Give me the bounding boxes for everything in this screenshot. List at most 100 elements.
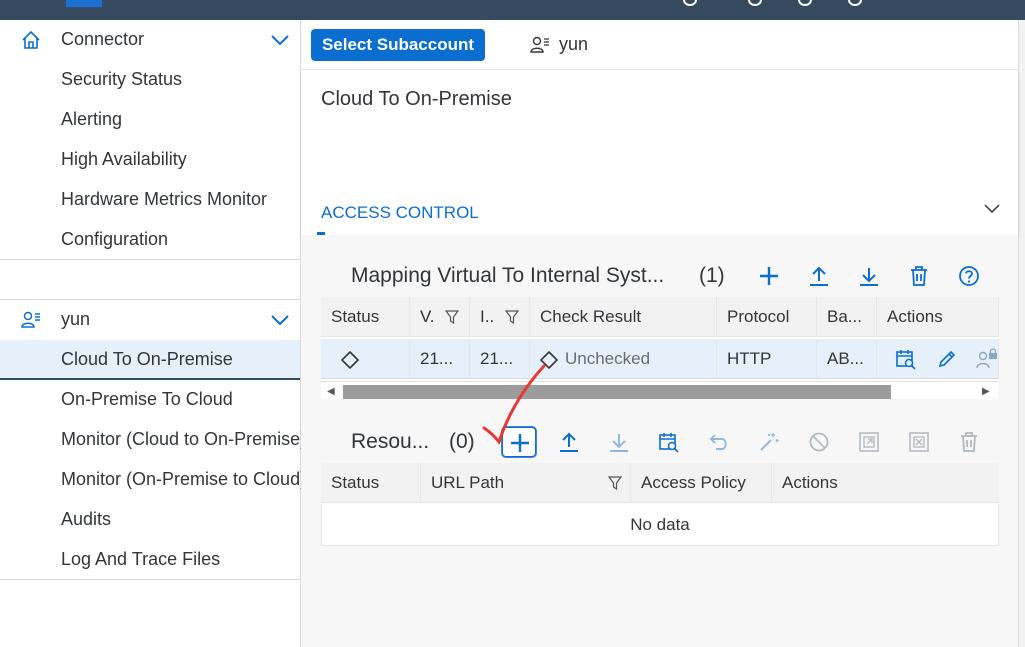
- column-header[interactable]: Actions: [772, 463, 999, 503]
- backend-cell[interactable]: AB...: [817, 339, 877, 379]
- user-menu-icon[interactable]: [848, 0, 862, 6]
- sidebar-item-label: Audits: [61, 509, 112, 529]
- sidebar-item-label: Security Status: [61, 69, 183, 89]
- select-subaccount-button[interactable]: Select Subaccount: [311, 29, 485, 61]
- sidebar-item-label: Alerting: [61, 109, 123, 129]
- status-cell[interactable]: [321, 339, 410, 379]
- upload-resource-button[interactable]: [552, 427, 586, 457]
- column-header[interactable]: Status: [321, 463, 421, 503]
- download-icon: [610, 434, 628, 452]
- settings-icon[interactable]: [798, 0, 812, 6]
- backend-value: AB...: [827, 349, 864, 368]
- column-header[interactable]: Protocol: [717, 297, 817, 337]
- tab-access-control[interactable]: ACCESS CONTROL: [321, 203, 479, 223]
- column-header[interactable]: Access Policy: [631, 463, 772, 503]
- help-icon[interactable]: [748, 0, 762, 6]
- sidebar-item-label: Log And Trace Files: [61, 549, 221, 569]
- sidebar-item-security-status[interactable]: Security Status: [0, 60, 300, 100]
- sidebar-divider: [0, 579, 300, 580]
- magic-wand-button[interactable]: [752, 427, 786, 457]
- user-list-icon: [530, 36, 549, 53]
- help-icon: [959, 266, 979, 286]
- check-resources-button[interactable]: [652, 427, 686, 457]
- undo-icon: [709, 434, 727, 450]
- sidebar-item-monitor-on-premise-to-cloud[interactable]: Monitor (On-Premise to Cloud): [0, 460, 306, 500]
- trash-icon: [911, 266, 927, 286]
- search-icon[interactable]: [683, 0, 697, 6]
- scroll-left-icon[interactable]: ◀: [327, 386, 335, 397]
- page-title: Cloud To On-Premise: [321, 88, 512, 110]
- virtual-host-value: 21...: [420, 349, 454, 368]
- virtual-host-cell[interactable]: 21...: [410, 339, 470, 379]
- column-header[interactable]: V.: [410, 297, 470, 337]
- actions-cell: [877, 339, 999, 379]
- sidebar-group-subaccount[interactable]: yun: [0, 300, 300, 340]
- sidebar-item-log-and-trace-files[interactable]: Log And Trace Files: [0, 540, 300, 580]
- sidebar-item-hardware-metrics-monitor[interactable]: Hardware Metrics Monitor: [0, 180, 300, 220]
- column-header-label: Status: [331, 307, 380, 326]
- sidebar-item-label: Monitor (Cloud to On-Premise): [61, 429, 307, 449]
- column-header-label: Check Result: [540, 307, 642, 326]
- remove-box-icon: [909, 432, 929, 452]
- help-button[interactable]: [952, 261, 986, 291]
- sidebar-item-monitor-cloud-to-on-premise[interactable]: Monitor (Cloud to On-Premise): [0, 420, 306, 460]
- no-data-message: No data: [321, 504, 999, 546]
- undo-button[interactable]: [702, 427, 736, 457]
- sidebar-item-audits[interactable]: Audits: [0, 500, 300, 540]
- trash-icon: [961, 432, 977, 452]
- sidebar-item-label: On-Premise To Cloud: [61, 389, 233, 409]
- mapping-title-text: Mapping Virtual To Internal Syst...: [351, 264, 665, 287]
- sidebar-item-cloud-to-on-premise[interactable]: Cloud To On-Premise: [0, 340, 300, 380]
- disable-button[interactable]: [802, 427, 836, 457]
- sidebar-group-connector[interactable]: Connector: [0, 20, 300, 60]
- column-header[interactable]: Ba...: [817, 297, 877, 337]
- scrollbar-thumb[interactable]: [343, 385, 891, 399]
- chevron-down-icon[interactable]: [270, 312, 290, 328]
- download-mapping-button[interactable]: [852, 261, 886, 291]
- sidebar-group-label: Connector: [61, 29, 145, 49]
- expand-button[interactable]: [852, 427, 886, 457]
- resources-section-title: Resou...: [351, 430, 430, 453]
- column-header-label: Actions: [782, 473, 838, 492]
- sidebar-divider: [0, 259, 300, 260]
- sidebar-item-alerting[interactable]: Alerting: [0, 100, 300, 140]
- chevron-down-icon[interactable]: [983, 202, 1001, 216]
- column-header-label: Access Policy: [641, 473, 746, 492]
- column-header[interactable]: URL Path: [421, 463, 631, 503]
- upload-mapping-button[interactable]: [802, 261, 836, 291]
- delete-resource-button[interactable]: [952, 427, 986, 457]
- mapping-table: Status V. I.. Check Result Protocol Ba..…: [321, 297, 999, 381]
- annotation-checkmark: [482, 364, 546, 444]
- expand-icon: [859, 432, 879, 452]
- filter-icon: [445, 310, 459, 324]
- remove-button[interactable]: [902, 427, 936, 457]
- scroll-right-icon[interactable]: ▶: [982, 386, 990, 397]
- column-header[interactable]: Status: [321, 297, 410, 337]
- protocol-cell[interactable]: HTTP: [717, 339, 817, 379]
- filter-icon: [608, 476, 622, 490]
- check-availability-icon[interactable]: [895, 348, 917, 370]
- horizontal-scrollbar[interactable]: ◀ ▶: [321, 381, 998, 399]
- download-icon: [860, 268, 878, 286]
- add-mapping-button[interactable]: [752, 261, 786, 291]
- delete-mapping-button[interactable]: [902, 261, 936, 291]
- resources-count: (0): [449, 430, 475, 453]
- edit-icon[interactable]: [937, 349, 957, 369]
- check-result-cell[interactable]: Unchecked: [530, 339, 717, 379]
- column-header-label: Protocol: [727, 307, 790, 326]
- upload-icon: [810, 266, 828, 286]
- column-header[interactable]: I..: [470, 297, 530, 337]
- user-lock-icon[interactable]: [975, 347, 999, 371]
- vertical-scrollbar[interactable]: [1018, 20, 1025, 647]
- filter-icon: [505, 310, 519, 324]
- sidebar-item-on-premise-to-cloud[interactable]: On-Premise To Cloud: [0, 380, 300, 420]
- chevron-down-icon[interactable]: [270, 32, 290, 48]
- sidebar-item-configuration[interactable]: Configuration: [0, 220, 300, 260]
- sidebar-group-label: yun: [61, 309, 91, 329]
- download-resource-button[interactable]: [602, 427, 636, 457]
- column-header[interactable]: Actions: [877, 297, 999, 337]
- sidebar-item-high-availability[interactable]: High Availability: [0, 140, 300, 180]
- resources-table: Status URL Path Access Policy Actions: [321, 463, 999, 504]
- column-header-label: URL Path: [431, 473, 505, 492]
- column-header[interactable]: Check Result: [530, 297, 717, 337]
